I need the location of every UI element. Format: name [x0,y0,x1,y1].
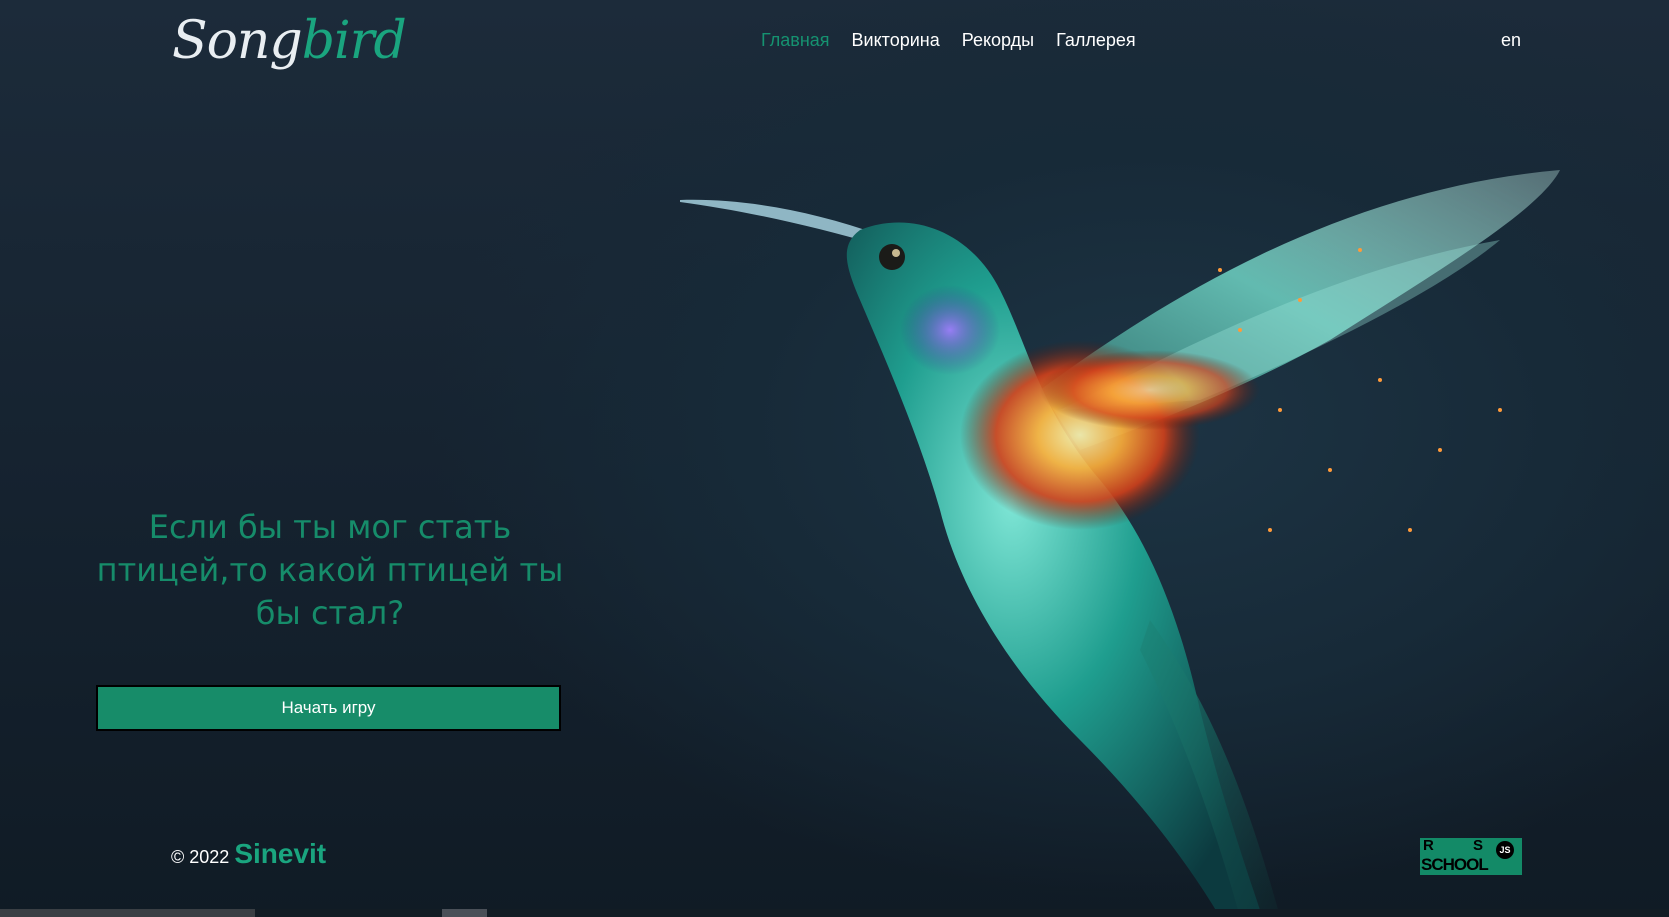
scrollbar-thumb[interactable] [442,909,487,917]
nav-home[interactable]: Главная [761,30,830,51]
rs-logo-school: SCHOOL [1421,855,1489,874]
rs-logo-s: S [1473,837,1484,854]
rs-logo-r: R [1423,837,1434,854]
copyright-text: © 2022 [171,847,230,867]
hero-title: Если бы ты мог стать птицей,то какой пти… [96,508,564,632]
footer-copyright: © 2022 Sinevit [171,838,326,870]
songbird-logo[interactable]: Songbird [172,6,407,76]
bottom-scrollbar[interactable] [0,909,1669,917]
nav-quiz[interactable]: Викторина [852,30,940,51]
page: Songbird Главная Викторина Рекорды Галле… [0,0,1669,917]
nav-records[interactable]: Рекорды [962,30,1034,51]
language-switch[interactable]: en [1501,30,1521,51]
main-nav: Главная Викторина Рекорды Галлерея [761,30,1136,51]
scrollbar-segment [0,909,255,917]
logo-bird: bird [301,11,407,71]
logo-song: Song [172,11,303,71]
rs-school-logo[interactable]: R S JS SCHOOL [1420,837,1522,875]
nav-gallery[interactable]: Галлерея [1056,30,1136,51]
author-link[interactable]: Sinevit [234,838,326,869]
hummingbird-illustration [680,170,1560,917]
js-badge-icon: JS [1496,841,1514,859]
start-game-button[interactable]: Начать игру [96,685,561,731]
